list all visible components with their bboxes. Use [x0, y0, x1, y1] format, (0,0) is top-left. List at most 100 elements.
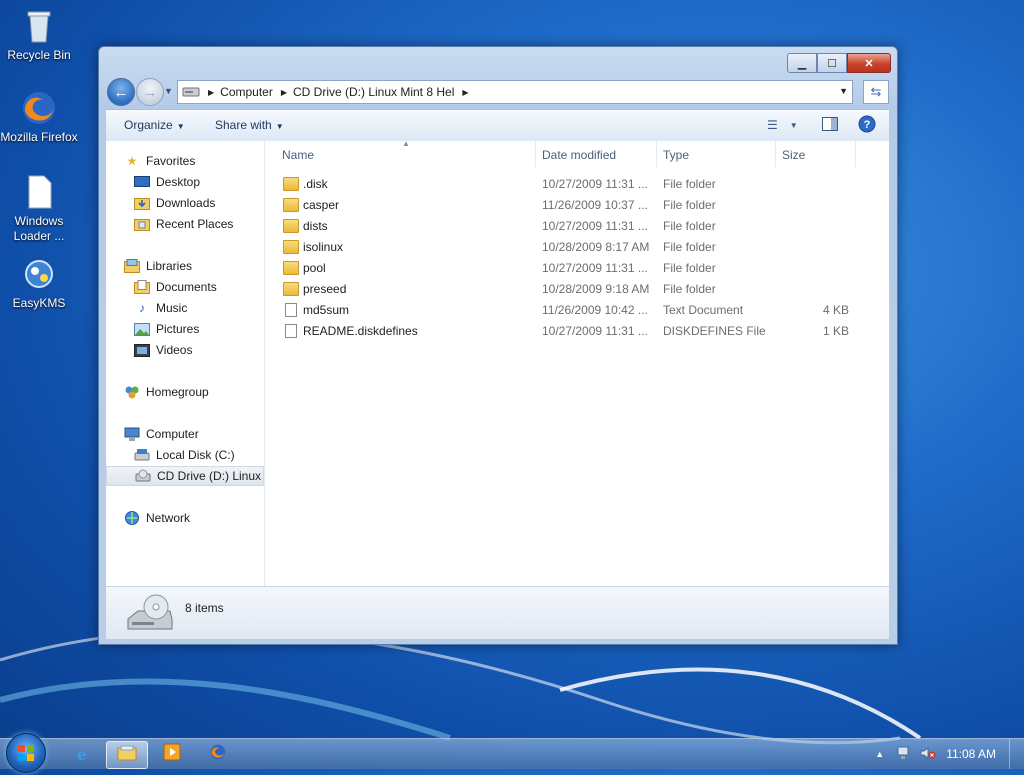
- breadcrumb-separator-icon[interactable]: ▶: [281, 88, 287, 97]
- address-row: ← → ▼ ▶ Computer ▶ CD Drive (D:) Linux M…: [107, 78, 889, 106]
- nav-network[interactable]: Network: [106, 508, 264, 528]
- column-divider[interactable]: [535, 141, 536, 167]
- cd-drive-icon: [135, 468, 151, 484]
- file-list-pane: ▲ Name Date modified Type Size .disk 10/…: [265, 139, 889, 586]
- nav-desktop[interactable]: Desktop: [106, 172, 264, 192]
- view-options-button[interactable]: ☰ ▼: [767, 116, 798, 134]
- recent-places-icon: [134, 216, 150, 232]
- explorer-window: ▁ ☐ ✕ ← → ▼ ▶ Computer ▶ CD Drive (D:) L…: [98, 46, 898, 645]
- folder-icon: [283, 261, 299, 275]
- star-icon: ★: [126, 154, 138, 168]
- refresh-button[interactable]: ⇆: [863, 80, 889, 104]
- breadcrumb-cd-drive[interactable]: CD Drive (D:) Linux Mint 8 Hel: [293, 85, 454, 99]
- text-document-icon: [285, 303, 297, 317]
- help-button[interactable]: ?: [858, 115, 876, 136]
- chevron-down-icon: ▼: [275, 122, 284, 131]
- nav-computer[interactable]: Computer: [106, 424, 264, 444]
- column-divider[interactable]: [775, 141, 776, 167]
- nav-cd-drive[interactable]: CD Drive (D:) Linux N: [106, 466, 264, 486]
- address-dropdown-icon[interactable]: ▼: [839, 86, 848, 96]
- file-row[interactable]: md5sum 11/26/2009 10:42 ... Text Documen…: [279, 300, 879, 321]
- volume-muted-icon[interactable]: [920, 746, 936, 763]
- preview-pane-button[interactable]: [822, 116, 838, 134]
- show-desktop-button[interactable]: [1009, 739, 1024, 769]
- sort-ascending-icon: ▲: [402, 139, 410, 148]
- item-count: 8 items: [185, 601, 224, 615]
- show-hidden-icons-icon[interactable]: ▲: [875, 749, 884, 759]
- nav-favorites[interactable]: ★ Favorites: [106, 151, 264, 171]
- taskbar-firefox[interactable]: [198, 741, 238, 767]
- minimize-icon: ▁: [797, 57, 807, 70]
- breadcrumb-separator-icon[interactable]: ▶: [462, 88, 468, 97]
- music-icon: ♪: [139, 301, 145, 315]
- nav-recent-places[interactable]: Recent Places: [106, 214, 264, 234]
- chevron-down-icon: ▼: [789, 120, 798, 130]
- details-pane: 8 items: [106, 586, 889, 639]
- computer-icon: [124, 426, 140, 442]
- column-header-name[interactable]: Name: [282, 148, 314, 162]
- file-row[interactable]: .disk 10/27/2009 11:31 ... File folder: [279, 174, 879, 195]
- folder-icon: [283, 240, 299, 254]
- recycle-bin-icon: [19, 6, 59, 46]
- media-player-icon: [163, 743, 181, 766]
- back-button[interactable]: ←: [107, 78, 135, 106]
- start-button[interactable]: [6, 733, 46, 773]
- organize-button[interactable]: Organize ▼: [124, 118, 185, 132]
- column-header-size[interactable]: Size: [782, 148, 805, 162]
- file-row[interactable]: casper 11/26/2009 10:37 ... File folder: [279, 195, 879, 216]
- column-divider[interactable]: [855, 141, 856, 167]
- file-row[interactable]: preseed 10/28/2009 9:18 AM File folder: [279, 279, 879, 300]
- nav-downloads[interactable]: Downloads: [106, 193, 264, 213]
- column-header-type[interactable]: Type: [663, 148, 689, 162]
- nav-local-disk[interactable]: Local Disk (C:): [106, 445, 264, 465]
- back-arrow-icon: ←: [113, 83, 129, 101]
- file-row[interactable]: pool 10/27/2009 11:31 ... File folder: [279, 258, 879, 279]
- system-tray: ▲ 11:08 AM: [875, 739, 1024, 769]
- nav-homegroup[interactable]: Homegroup: [106, 382, 264, 402]
- address-bar[interactable]: ▶ Computer ▶ CD Drive (D:) Linux Mint 8 …: [177, 80, 853, 104]
- file-document-icon: [285, 324, 297, 338]
- easykms-icon: [19, 254, 59, 294]
- taskbar-media-player[interactable]: [152, 741, 192, 767]
- clock[interactable]: 11:08 AM: [946, 747, 996, 761]
- maximize-icon: ☐: [827, 57, 837, 70]
- column-divider[interactable]: [656, 141, 657, 167]
- desktop-icon-windows-loader[interactable]: Windows Loader ...: [0, 172, 78, 244]
- breadcrumb-computer[interactable]: Computer: [220, 85, 273, 99]
- network-status-icon[interactable]: [896, 746, 912, 763]
- refresh-icon: ⇆: [870, 84, 882, 99]
- taskbar-windows-explorer[interactable]: [106, 741, 148, 769]
- recent-pages-dropdown[interactable]: ▼: [164, 86, 173, 96]
- libraries-icon: [124, 258, 140, 274]
- desktop-icon-recycle-bin[interactable]: Recycle Bin: [0, 6, 78, 63]
- nav-music[interactable]: ♪ Music: [106, 298, 264, 318]
- firefox-icon: [19, 88, 59, 128]
- file-row[interactable]: dists 10/27/2009 11:31 ... File folder: [279, 216, 879, 237]
- maximize-button[interactable]: ☐: [817, 53, 847, 73]
- nav-documents[interactable]: Documents: [106, 277, 264, 297]
- minimize-button[interactable]: ▁: [787, 53, 817, 73]
- network-icon: [124, 510, 140, 526]
- close-button[interactable]: ✕: [847, 53, 891, 73]
- breadcrumb-separator-icon[interactable]: ▶: [208, 88, 214, 97]
- desktop-icon-firefox[interactable]: Mozilla Firefox: [0, 88, 78, 145]
- share-with-button[interactable]: Share with ▼: [215, 118, 284, 132]
- forward-button[interactable]: →: [136, 78, 164, 106]
- documents-icon: [134, 279, 150, 295]
- taskbar-internet-explorer[interactable]: e: [62, 741, 102, 767]
- file-row[interactable]: README.diskdefines 10/27/2009 11:31 ... …: [279, 321, 879, 342]
- nav-libraries[interactable]: Libraries: [106, 256, 264, 276]
- forward-arrow-icon: →: [142, 83, 158, 101]
- nav-videos[interactable]: Videos: [106, 340, 264, 360]
- column-header-date-modified[interactable]: Date modified: [542, 148, 616, 162]
- folder-icon: [283, 282, 299, 296]
- windows-explorer-icon: [117, 745, 137, 766]
- desktop-icon-easykms[interactable]: EasyKMS: [0, 254, 78, 311]
- folder-icon: [283, 219, 299, 233]
- file-icon: [19, 172, 59, 212]
- file-row[interactable]: isolinux 10/28/2009 8:17 AM File folder: [279, 237, 879, 258]
- help-icon: ?: [858, 115, 876, 136]
- nav-pictures[interactable]: Pictures: [106, 319, 264, 339]
- navigation-pane: ★ Favorites Desktop Downloads Recent Plac…: [106, 141, 265, 586]
- hard-drive-icon: [134, 447, 150, 463]
